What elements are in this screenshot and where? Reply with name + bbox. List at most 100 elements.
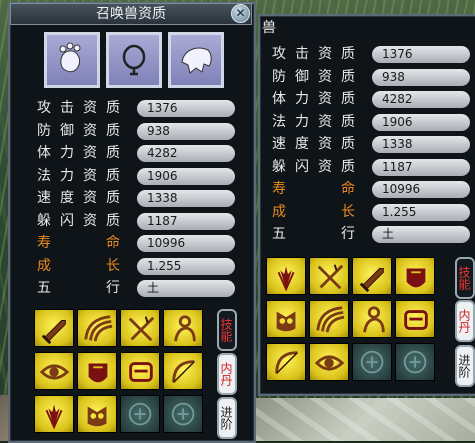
stat-row: 攻击资质 1376 [272, 45, 470, 64]
skill-slot[interactable] [34, 309, 74, 347]
rainbow-icon [316, 306, 345, 333]
stat-label: 寿命 [272, 181, 355, 197]
skill-slot[interactable] [77, 309, 117, 347]
eye-icon [314, 355, 345, 371]
stat-row: 体力资质 4282 [272, 90, 470, 109]
crossed-swords-icon [128, 316, 155, 342]
shield-icon [406, 268, 426, 288]
figure-icon [174, 315, 196, 342]
stat-value: 土 [137, 280, 235, 297]
stat-label: 寿命 [37, 235, 120, 251]
cloak-icon [181, 47, 212, 74]
stat-label: 五行 [272, 226, 355, 242]
stat-value: 1906 [372, 113, 470, 131]
stat-row: 体力资质 4282 [37, 144, 235, 163]
skill-slot[interactable] [395, 343, 435, 381]
owl-icon [87, 406, 107, 427]
skill-slot[interactable] [120, 309, 160, 347]
skill-slot[interactable] [120, 352, 160, 390]
skill-slot[interactable] [163, 352, 203, 390]
stat-value: 10996 [137, 235, 235, 252]
skill-slot[interactable] [34, 352, 74, 390]
stat-label: 防御资质 [37, 122, 120, 139]
stat-row: 躲闪资质 1187 [37, 212, 235, 231]
stat-value: 1187 [137, 212, 235, 230]
skill-slot[interactable] [34, 395, 74, 433]
stat-value: 1376 [372, 46, 470, 63]
skill-slot[interactable] [266, 343, 306, 381]
skill-slot[interactable] [77, 352, 117, 390]
skill-slot[interactable] [395, 257, 435, 295]
skill-slot[interactable] [266, 300, 306, 338]
skill-slot[interactable] [266, 257, 306, 295]
dragon-icon [404, 310, 428, 330]
skill-slot[interactable] [309, 257, 349, 295]
stat-label: 速度资质 [37, 190, 120, 206]
stat-label: 防御资质 [272, 68, 355, 85]
stat-value: 1906 [137, 167, 235, 185]
stat-row: 成长 1.255 [37, 257, 235, 276]
dragon-icon [129, 362, 153, 382]
footprint-button[interactable] [44, 32, 100, 88]
advance-button[interactable]: 进阶 [217, 397, 237, 439]
shield-icon [88, 363, 108, 383]
stat-row: 防御资质 938 [272, 68, 470, 87]
panel-title: 召唤兽资质 [96, 6, 166, 22]
stat-row: 速度资质 1338 [37, 189, 235, 208]
skill-slot[interactable] [352, 257, 392, 295]
stat-label: 速度资质 [272, 136, 355, 152]
skill-slot[interactable] [352, 343, 392, 381]
ring-button[interactable] [106, 32, 162, 88]
skill-slot[interactable] [395, 300, 435, 338]
skill-slot[interactable] [120, 395, 160, 433]
stat-value: 4282 [372, 91, 470, 108]
skills-button[interactable]: 技能 [217, 309, 237, 351]
stat-row: 五行 土 [37, 279, 235, 298]
inner-core-button-secondary[interactable]: 内丹 [455, 300, 475, 342]
skill-slot[interactable] [352, 300, 392, 338]
owl-icon [276, 311, 296, 332]
skill-slot[interactable] [163, 395, 203, 433]
crossed-swords-icon [317, 264, 344, 290]
skill-slot[interactable] [309, 300, 349, 338]
bird-wings-icon [45, 404, 63, 430]
stat-value: 1187 [372, 158, 470, 176]
close-icon[interactable]: ✕ [231, 4, 250, 23]
footprint-icon [59, 42, 81, 73]
title-bar[interactable]: 召唤兽资质 [10, 3, 252, 25]
stat-label: 成长 [272, 203, 355, 220]
stat-label: 法力资质 [37, 167, 120, 184]
empty-slot-icon [171, 402, 195, 426]
empty-slot-icon [360, 350, 384, 374]
stat-value: 10996 [372, 181, 470, 198]
stat-value: 土 [372, 226, 470, 243]
skill-slot[interactable] [309, 343, 349, 381]
stat-row: 五行 土 [272, 225, 470, 244]
bird-wings-icon [277, 266, 295, 292]
figure-icon [363, 306, 385, 333]
stat-value: 938 [372, 68, 470, 86]
stat-label: 攻击资质 [272, 46, 355, 62]
empty-slot-icon [128, 402, 152, 426]
skill-slot[interactable] [163, 309, 203, 347]
sword-icon [359, 268, 384, 293]
stat-row: 速度资质 1338 [272, 135, 470, 154]
inner-core-button[interactable]: 内丹 [217, 353, 237, 395]
stat-label: 成长 [37, 257, 120, 274]
stat-row: 躲闪资质 1187 [272, 158, 470, 177]
secondary-panel-title: 兽 [262, 20, 276, 36]
stat-row: 寿命 10996 [37, 234, 235, 253]
skills-button-secondary[interactable]: 技能 [455, 257, 475, 299]
empty-slot-icon [403, 350, 427, 374]
stat-label: 躲闪资质 [272, 158, 355, 175]
eye-icon [39, 364, 70, 380]
bow-icon [172, 360, 195, 383]
advance-button-secondary[interactable]: 进阶 [455, 345, 475, 387]
stat-row: 成长 1.255 [272, 203, 470, 222]
skill-slot[interactable] [77, 395, 117, 433]
rainbow-icon [84, 315, 113, 342]
sword-icon [41, 320, 66, 345]
cloak-button[interactable] [168, 32, 224, 88]
stat-value: 1.255 [372, 203, 470, 221]
bow-icon [275, 351, 298, 374]
